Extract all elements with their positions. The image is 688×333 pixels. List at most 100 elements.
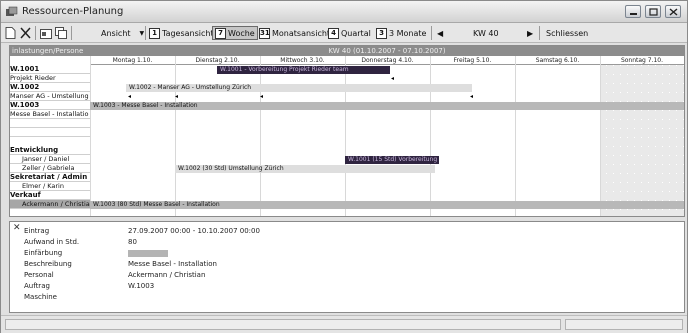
detail-label: Aufwand in Std. <box>24 238 80 246</box>
group-label-entwicklung: Entwicklung <box>10 146 90 155</box>
ansicht-label: Ansicht <box>101 28 131 38</box>
close-label: Schliessen <box>546 28 589 38</box>
detail-panel: ✕ Eintrag 27.09.2007 00:00 - 10.10.2007 … <box>9 221 685 313</box>
gantt-bar-ackermann[interactable]: W.1003 (80 Std) Messe Basel - Installati… <box>90 201 684 209</box>
day-header: Donnerstag 4.10. <box>361 57 414 64</box>
close-detail-icon[interactable]: ✕ <box>13 223 21 233</box>
delete-icon <box>20 27 31 39</box>
order-row-label[interactable]: W.1003 <box>10 101 90 110</box>
view-day-label: Tagesansicht <box>162 28 214 38</box>
gantt-bar-w1001[interactable]: W.1001 - Vorbereitung Projekt Rieder tea… <box>217 66 390 74</box>
new-document-icon <box>5 27 16 39</box>
close-button[interactable]: Schliessen <box>546 26 588 40</box>
group-label-sekretariat: Sekretariat / Admin <box>10 173 90 182</box>
view-month-label: Monatsansicht <box>272 28 331 38</box>
arrow-left-icon: ◀ <box>437 28 444 38</box>
toolbar-separator <box>431 26 432 40</box>
toolbar-separator <box>35 26 36 40</box>
bar-marker: ◂ <box>260 93 264 100</box>
grid-header: inlastungen/Persone KW 40 (01.10.2007 - … <box>10 46 684 56</box>
calendar-icon: 7 <box>215 27 226 39</box>
title-bar: Ressourcen-Planung <box>1 1 687 23</box>
gantt-bar-w1002[interactable]: W.1002 - Manser AG - Umstellung Zürich <box>126 84 472 92</box>
toolbar-separator <box>145 26 146 40</box>
bar-marker: ◂ <box>175 93 179 100</box>
view-week-label: Woche <box>228 28 255 38</box>
status-panel <box>5 319 561 330</box>
chevron-down-icon: ▼ <box>139 29 145 37</box>
empty-row <box>10 119 90 128</box>
gantt-bar-janser[interactable]: W.1001 (15 Std) Vorbereitung <box>345 156 439 164</box>
arrow-right-icon: ▶ <box>527 28 534 38</box>
detail-value: 80 <box>128 238 137 246</box>
color-swatch[interactable] <box>128 250 168 257</box>
order-desc-label: Messe Basel - Installatio <box>10 110 90 119</box>
ansicht-dropdown[interactable]: Ansicht ▼ <box>101 26 144 40</box>
person-row-label-selected[interactable]: Ackermann / Christian <box>10 200 90 209</box>
day-header: Samstag 6.10. <box>535 57 580 64</box>
bar-end-marker: ◂ <box>391 75 395 82</box>
view-month-button[interactable]: 31 Monatsansicht <box>259 26 330 40</box>
view-quarter-label: Quartal <box>341 28 371 38</box>
copy-button[interactable] <box>55 26 67 40</box>
view-quarter-button[interactable]: 4 Quartal <box>328 26 371 40</box>
day-header: Dienstag 2.10. <box>195 57 240 64</box>
properties-button[interactable] <box>40 26 52 40</box>
day-divider <box>430 56 431 216</box>
order-row-label[interactable]: W.1002 <box>10 83 90 92</box>
delete-button[interactable] <box>20 26 31 40</box>
day-header-row: Montag 1.10. Dienstag 2.10. Mittwoch 3.1… <box>90 56 684 65</box>
person-row-label[interactable]: Janser / Daniel <box>10 155 90 164</box>
toolbar-separator <box>71 26 72 40</box>
calendar-icon: 3 <box>376 27 387 39</box>
toolbar: Ansicht ▼ 1 Tagesansicht 7 Woche 31 Mona… <box>1 23 687 43</box>
calendar-icon: 4 <box>328 27 339 39</box>
calendar-icon: 1 <box>149 27 160 39</box>
minimize-icon <box>630 13 637 15</box>
day-divider <box>260 56 261 216</box>
day-header: Montag 1.10. <box>112 57 153 64</box>
group-label-verkauf: Verkauf <box>10 191 90 200</box>
resource-column-header: inlastungen/Persone <box>12 47 84 55</box>
gantt-bar-w1003[interactable]: W.1003 - Messe Basel - Installation <box>90 102 684 110</box>
order-row-label[interactable]: W.1001 <box>10 65 90 74</box>
new-button[interactable] <box>5 26 16 40</box>
detail-label: Einfärbung <box>24 249 63 257</box>
properties-icon <box>40 29 52 39</box>
person-row-label[interactable]: Elmer / Karin <box>10 182 90 191</box>
day-divider <box>600 56 601 216</box>
person-row-label[interactable]: Zeller / Gabriela <box>10 164 90 173</box>
detail-label: Maschine <box>24 293 57 301</box>
order-desc-label: Manser AG - Umstellung <box>10 92 90 101</box>
detail-value: 27.09.2007 00:00 - 10.10.2007 00:00 <box>128 227 260 235</box>
calendar-icon: 31 <box>259 27 270 39</box>
detail-value: Messe Basel - Installation <box>128 260 217 268</box>
maximize-button[interactable] <box>645 5 661 18</box>
day-header: Mittwoch 3.10. <box>280 57 325 64</box>
view-3months-label: 3 Monate <box>389 28 427 38</box>
view-week-button[interactable]: 7 Woche <box>212 26 258 40</box>
window: Ressourcen-Planung Ansicht ▼ 1 Tagesansi… <box>0 0 688 333</box>
order-desc-label: Projekt Rieder <box>10 74 90 83</box>
bar-end-marker: ◂ <box>470 93 474 100</box>
window-title: Ressourcen-Planung <box>22 6 124 17</box>
next-week-button[interactable]: ▶ <box>527 26 533 40</box>
bar-start-marker: ◂ <box>128 93 132 100</box>
weekend-shading <box>600 65 684 216</box>
detail-label: Personal <box>24 271 54 279</box>
week-header: KW 40 (01.10.2007 - 07.10.2007) <box>328 47 446 55</box>
day-divider <box>515 56 516 216</box>
view-day-button[interactable]: 1 Tagesansicht <box>149 26 214 40</box>
detail-label: Beschreibung <box>24 260 72 268</box>
minimize-button[interactable] <box>625 5 641 18</box>
close-icon <box>669 8 678 16</box>
detail-value: W.1003 <box>128 282 155 290</box>
empty-row <box>10 128 90 137</box>
detail-label: Eintrag <box>24 227 50 235</box>
gantt-bar-zeller[interactable]: W.1002 (30 Std) Umstellung Zürich <box>175 165 435 173</box>
view-3months-button[interactable]: 3 3 Monate <box>376 26 426 40</box>
current-week-label: KW 40 <box>473 28 499 38</box>
close-window-button[interactable] <box>665 5 681 18</box>
detail-value: Ackermann / Christian <box>128 271 206 279</box>
previous-week-button[interactable]: ◀ <box>437 26 443 40</box>
